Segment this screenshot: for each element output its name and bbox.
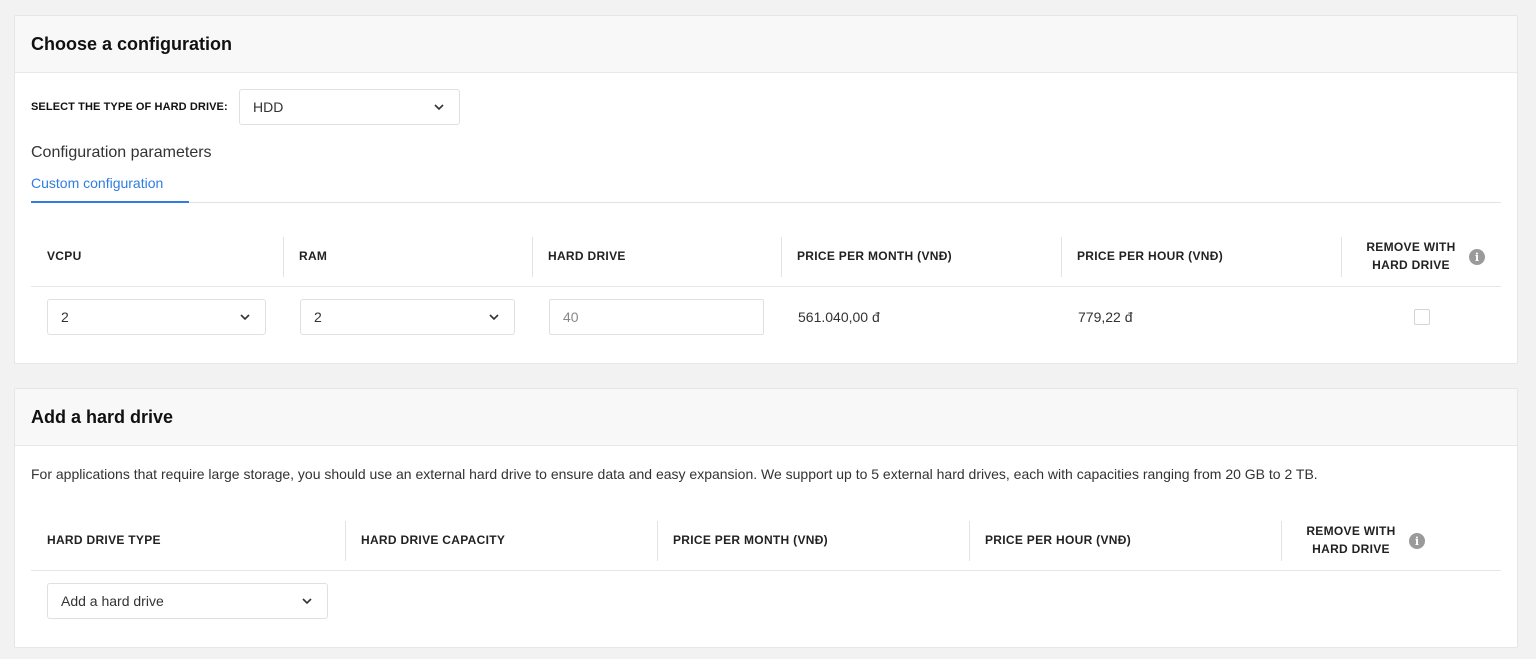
chevron-down-icon bbox=[240, 314, 250, 321]
ram-value: 2 bbox=[314, 309, 322, 325]
header-remove-with-hard-drive: REMOVE WITH HARD DRIVE bbox=[1358, 238, 1464, 274]
column-separator bbox=[345, 521, 346, 561]
header-remove-line2: HARD DRIVE bbox=[1372, 258, 1450, 272]
configuration-parameters-title: Configuration parameters bbox=[31, 144, 212, 161]
add-hard-drive-card: Add a hard drive For applications that r… bbox=[14, 388, 1518, 648]
drive-type-select[interactable]: HDD bbox=[239, 89, 460, 125]
chevron-down-icon bbox=[489, 314, 499, 321]
drive-type-label: SELECT THE TYPE OF HARD DRIVE: bbox=[31, 101, 228, 113]
info-icon[interactable]: i bbox=[1409, 533, 1425, 549]
price-hour-value: 779,22 đ bbox=[1078, 309, 1133, 325]
column-separator bbox=[1281, 521, 1282, 561]
column-separator bbox=[283, 237, 284, 277]
table-header-divider bbox=[31, 570, 1501, 571]
add-hard-drive-title: Add a hard drive bbox=[31, 406, 174, 427]
price-month-value: 561.040,00 đ bbox=[798, 309, 880, 325]
column-separator bbox=[1341, 237, 1342, 277]
remove-with-hard-drive-checkbox[interactable] bbox=[1414, 309, 1430, 325]
add-hard-drive-select[interactable]: Add a hard drive bbox=[47, 583, 328, 619]
column-separator bbox=[781, 237, 782, 277]
column-separator bbox=[1061, 237, 1062, 277]
table-header-divider bbox=[31, 286, 1501, 287]
hard-drive-input[interactable]: 40 bbox=[549, 299, 764, 335]
column-separator bbox=[532, 237, 533, 277]
choose-configuration-title: Choose a configuration bbox=[31, 33, 233, 54]
header-price-hour: PRICE PER HOUR (VNĐ) bbox=[985, 533, 1132, 547]
column-separator bbox=[657, 521, 658, 561]
vcpu-select[interactable]: 2 bbox=[47, 299, 266, 335]
drive-type-value: HDD bbox=[253, 99, 284, 115]
info-icon[interactable]: i bbox=[1469, 249, 1485, 265]
tab-bar-line bbox=[31, 202, 1501, 203]
hard-drive-placeholder: 40 bbox=[563, 309, 579, 325]
header-remove-line1: REMOVE WITH bbox=[1306, 524, 1396, 538]
tab-active-indicator bbox=[31, 201, 189, 203]
header-price-month: PRICE PER MONTH (VNĐ) bbox=[673, 533, 828, 547]
add-hard-drive-header: Add a hard drive bbox=[15, 389, 1517, 446]
chevron-down-icon bbox=[302, 598, 312, 605]
choose-configuration-header: Choose a configuration bbox=[15, 16, 1517, 73]
header-remove-line1: REMOVE WITH bbox=[1366, 240, 1456, 254]
header-ram: RAM bbox=[299, 249, 328, 263]
header-hard-drive-capacity: HARD DRIVE CAPACITY bbox=[361, 533, 506, 547]
header-vcpu: VCPU bbox=[47, 249, 82, 263]
add-hard-drive-select-value: Add a hard drive bbox=[61, 593, 164, 609]
chevron-down-icon bbox=[434, 104, 444, 111]
column-separator bbox=[969, 521, 970, 561]
choose-configuration-card: Choose a configuration SELECT THE TYPE O… bbox=[14, 15, 1518, 364]
header-price-month: PRICE PER MONTH (VNĐ) bbox=[797, 249, 952, 263]
tab-custom-configuration[interactable]: Custom configuration bbox=[31, 175, 163, 191]
header-price-hour: PRICE PER HOUR (VNĐ) bbox=[1077, 249, 1224, 263]
header-remove-with-hard-drive: REMOVE WITH HARD DRIVE bbox=[1298, 522, 1404, 558]
ram-select[interactable]: 2 bbox=[300, 299, 515, 335]
add-hard-drive-description: For applications that require large stor… bbox=[31, 466, 1318, 482]
header-remove-line2: HARD DRIVE bbox=[1312, 542, 1390, 556]
header-hard-drive-type: HARD DRIVE TYPE bbox=[47, 533, 161, 547]
vcpu-value: 2 bbox=[61, 309, 69, 325]
header-hard-drive: HARD DRIVE bbox=[548, 249, 626, 263]
